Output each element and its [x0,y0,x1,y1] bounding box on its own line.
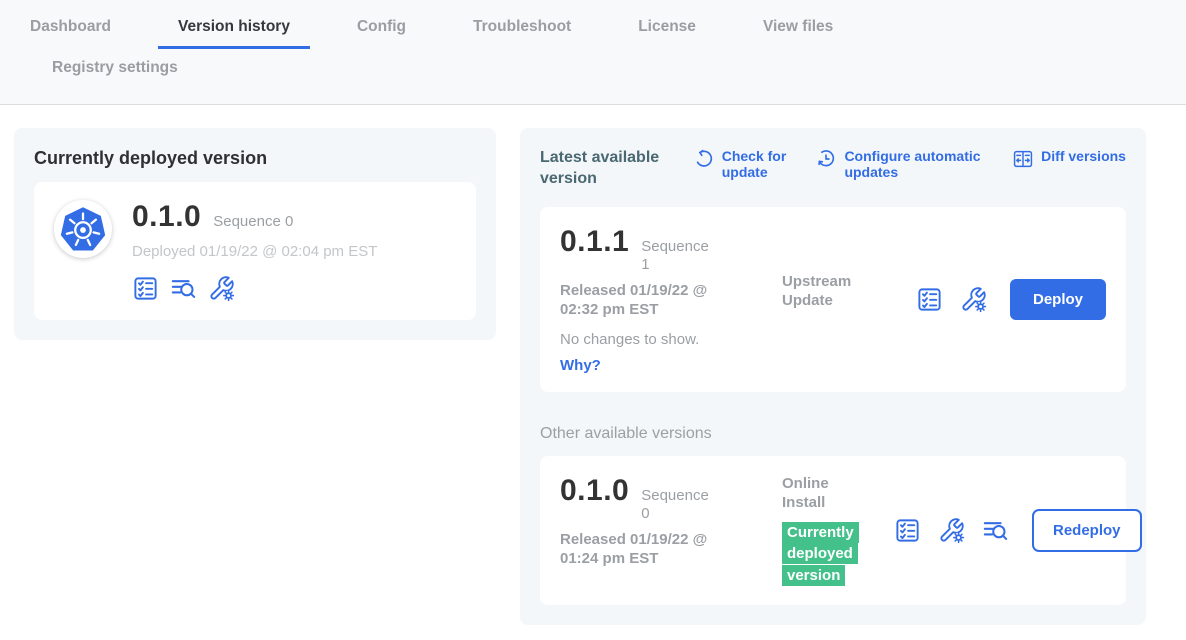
tab-config[interactable]: Config [337,14,426,49]
other-available-versions-heading: Other available versions [540,425,1126,443]
tab-troubleshoot[interactable]: Troubleshoot [453,14,591,49]
tab-license[interactable]: License [618,14,716,49]
refresh-icon [693,148,715,180]
preflight-checks-icon[interactable] [916,286,943,313]
redeploy-button[interactable]: Redeploy [1032,509,1142,552]
tab-registry-settings[interactable]: Registry settings [32,55,198,90]
latest-source-column: Upstream Update [782,225,894,374]
release-notes-icon[interactable] [982,517,1009,544]
tab-dashboard[interactable]: Dashboard [10,14,131,49]
latest-version-card: 0.1.1 Sequence 1 Released 01/19/22 @ 02:… [540,207,1126,392]
other-released-timestamp: Released 01/19/22 @ 01:24 pm EST [560,530,725,569]
other-sequence-label: Sequence 0 [641,487,711,523]
config-icon[interactable] [960,286,987,313]
currently-deployed-panel: Currently deployed version [14,128,496,340]
preflight-checks-icon[interactable] [132,275,159,302]
currently-deployed-title: Currently deployed version [34,148,476,169]
other-version-number: 0.1.0 [560,474,629,508]
latest-version-number: 0.1.1 [560,225,629,259]
other-source-column: Online Install Currently deployed versio… [782,474,894,587]
top-nav: Dashboard Version history Config Trouble… [0,0,1186,105]
latest-sequence-label: Sequence 1 [641,238,711,274]
check-for-update-link[interactable]: Check for update [693,148,798,180]
other-version-info: 0.1.0 Sequence 0 Released 01/19/22 @ 01:… [560,474,756,587]
online-install-label: Online Install [782,474,860,513]
latest-available-title: Latest available version [540,148,675,190]
diff-icon [1012,148,1034,170]
diff-versions-label: Diff versions [1041,148,1126,170]
upstream-update-label: Upstream Update [782,272,860,311]
other-card-actions: Redeploy [894,509,1142,552]
latest-version-info: 0.1.1 Sequence 1 Released 01/19/22 @ 02:… [560,225,756,374]
tabs-row-2: Registry settings [0,55,1186,104]
tabs-row-1: Dashboard Version history Config Trouble… [0,14,1186,49]
config-icon[interactable] [938,517,965,544]
diff-versions-link[interactable]: Diff versions [1012,148,1126,170]
deploy-button[interactable]: Deploy [1010,279,1106,320]
schedule-icon [815,148,837,180]
preflight-checks-icon[interactable] [894,517,921,544]
currently-deployed-badge: Currently deployed version [782,522,862,587]
current-sequence-label: Sequence 0 [213,213,293,231]
latest-card-actions: Deploy [916,279,1106,320]
currently-deployed-badge-text: Currently deployed version [782,522,859,587]
current-version-number: 0.1.0 [132,200,201,234]
current-version-card: 0.1.0 Sequence 0 Deployed 01/19/22 @ 02:… [34,182,476,320]
latest-available-panel: Latest available version Check for updat… [520,128,1146,625]
configure-automatic-updates-link[interactable]: Configure automatic updates [815,148,994,180]
why-link[interactable]: Why? [560,357,756,374]
other-version-card: 0.1.0 Sequence 0 Released 01/19/22 @ 01:… [540,456,1126,605]
current-version-info: 0.1.0 Sequence 0 Deployed 01/19/22 @ 02:… [132,200,377,302]
configure-automatic-updates-label: Configure automatic updates [844,148,994,180]
no-changes-text: No changes to show. [560,331,756,348]
tab-version-history[interactable]: Version history [158,14,310,49]
main-content: Currently deployed version [0,105,1186,625]
latest-released-timestamp: Released 01/19/22 @ 02:32 pm EST [560,281,725,320]
kubernetes-logo-icon [54,200,112,258]
tab-view-files[interactable]: View files [743,14,853,49]
release-notes-icon[interactable] [170,275,197,302]
check-for-update-label: Check for update [722,148,798,180]
current-deployed-timestamp: Deployed 01/19/22 @ 02:04 pm EST [132,243,377,260]
config-icon[interactable] [208,275,235,302]
